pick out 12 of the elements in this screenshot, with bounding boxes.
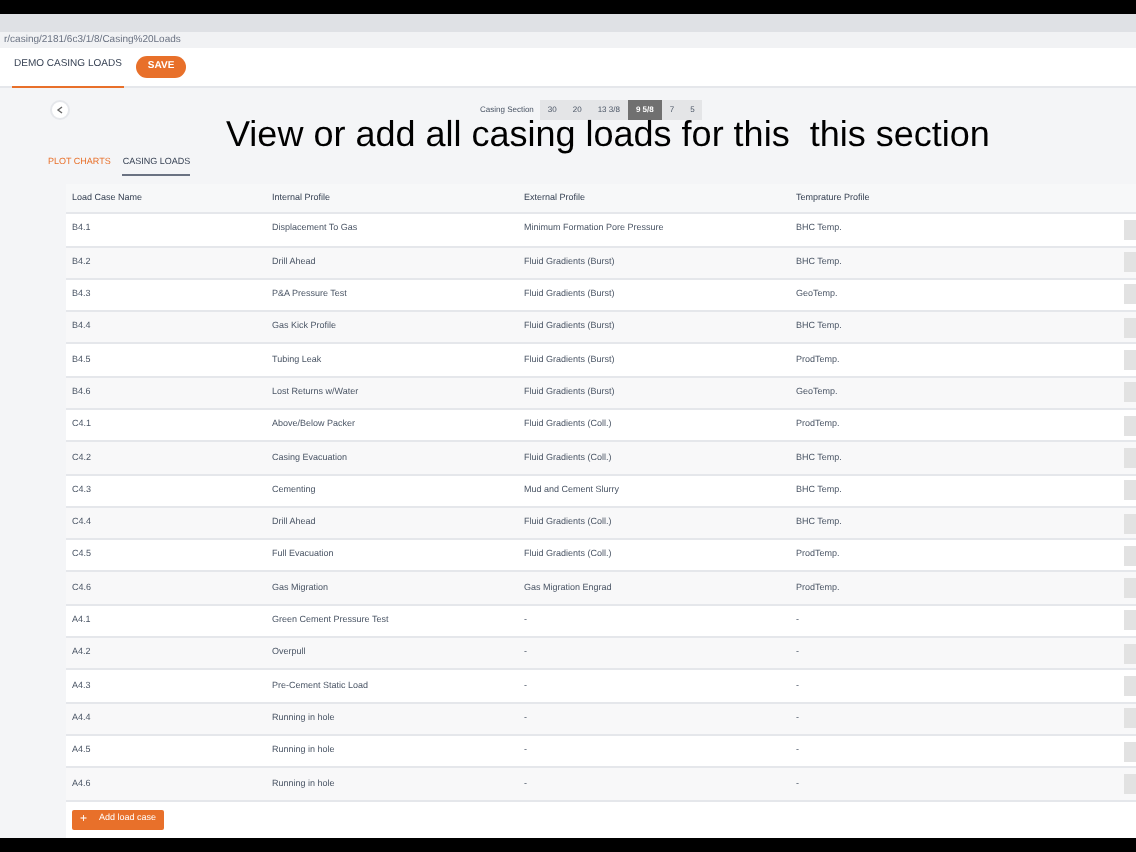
video-caption: View or add all casing loads for this this section — [226, 116, 990, 153]
row-action-button[interactable] — [1124, 676, 1136, 696]
row-action-button[interactable] — [1124, 284, 1136, 305]
row-action-button[interactable] — [1124, 741, 1136, 762]
row-action-button[interactable] — [1124, 415, 1136, 436]
row-action-button[interactable] — [1124, 545, 1136, 566]
chevron-left-icon — [56, 106, 64, 115]
row-action-button[interactable] — [1124, 219, 1136, 240]
row-action-button[interactable] — [1124, 610, 1136, 631]
row-action-button[interactable] — [1124, 350, 1136, 371]
row-action-button[interactable] — [1124, 480, 1136, 501]
back-button[interactable] — [50, 100, 70, 121]
